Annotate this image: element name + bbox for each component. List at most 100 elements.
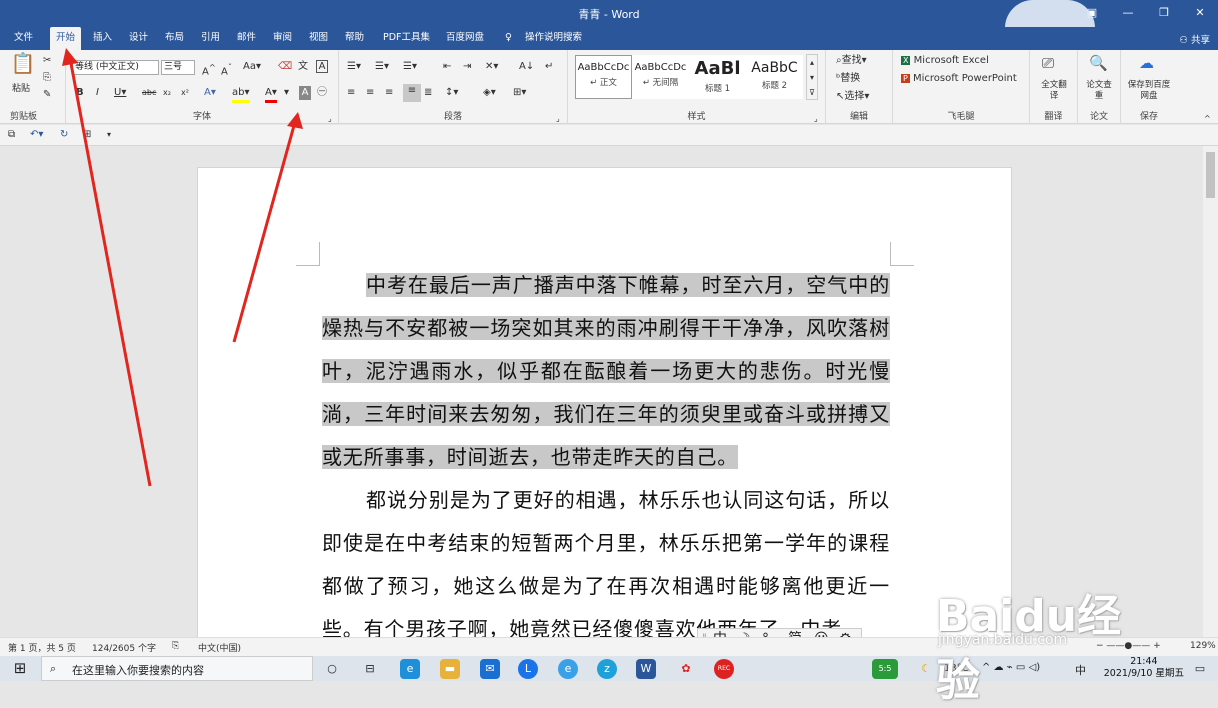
tab-design[interactable]: 设计 xyxy=(129,27,148,50)
justify-icon[interactable]: ≡ xyxy=(403,84,421,102)
table-icon[interactable]: ⊞ xyxy=(83,128,91,142)
shrink-font-icon[interactable]: Aˇ xyxy=(221,60,232,79)
battery-app-icon[interactable]: 5:5 xyxy=(872,659,898,679)
customize-qat-icon[interactable]: ▾ xyxy=(107,128,111,142)
strikethrough-icon[interactable]: abc xyxy=(142,86,156,100)
tab-help[interactable]: 帮助 xyxy=(345,27,364,50)
copy-icon[interactable]: ⎘ xyxy=(43,71,51,85)
close-button[interactable]: ✕ xyxy=(1182,0,1218,27)
tab-pdf-tools[interactable]: PDF工具集 xyxy=(383,27,430,50)
ie-icon[interactable]: e xyxy=(558,659,578,679)
font-color-icon[interactable]: A▾ xyxy=(265,86,277,103)
selected-text[interactable]: 中考在最后一声广播声中落下帷幕，时至六月，空气中的燥热与不安都被一场突如其来的雨… xyxy=(322,273,890,469)
replace-button[interactable]: ᵇ替换 xyxy=(836,72,860,86)
mail-icon[interactable]: ✉ xyxy=(480,659,500,679)
language[interactable]: 中文(中国) xyxy=(198,641,241,654)
taskbar-search[interactable]: ⌕ 在这里输入你要搜索的内容 xyxy=(41,656,313,681)
document-body[interactable]: 中考在最后一声广播声中落下帷幕，时至六月，空气中的燥热与不安都被一场突如其来的雨… xyxy=(322,264,890,651)
font-color-dropdown[interactable]: ▾ xyxy=(284,86,289,100)
superscript-icon[interactable]: x² xyxy=(181,86,189,100)
file-explorer-icon[interactable]: ▬ xyxy=(440,659,460,679)
chinese-layout-icon[interactable]: ✕▾ xyxy=(485,60,498,74)
decrease-indent-icon[interactable]: ⇤ xyxy=(443,60,451,74)
tab-file[interactable]: 文件 xyxy=(14,27,33,50)
app-icon[interactable]: ✿ xyxy=(676,659,696,679)
font-name-select[interactable]: 等线 (中文正文) xyxy=(72,60,159,75)
style-heading-1[interactable]: AaBl 标题 1 xyxy=(689,55,746,99)
tab-references[interactable]: 引用 xyxy=(201,27,220,50)
format-painter-icon[interactable]: ✎ xyxy=(43,88,51,102)
underline-icon[interactable]: U▾ xyxy=(114,86,126,100)
phonetic-icon[interactable]: 文 xyxy=(298,60,308,74)
zoom-level[interactable]: 129% xyxy=(1190,641,1216,651)
paper-check-icon[interactable]: 🔍 xyxy=(1089,56,1108,71)
clear-format-icon[interactable]: ⌫ xyxy=(278,60,292,74)
bold-icon[interactable]: B xyxy=(76,86,84,100)
tab-review[interactable]: 审阅 xyxy=(273,27,292,50)
ppt-button[interactable]: P Microsoft PowerPoint xyxy=(901,72,1017,86)
redo-icon[interactable]: ↻ xyxy=(60,128,68,142)
tab-insert[interactable]: 插入 xyxy=(93,27,112,50)
task-view-icon[interactable]: ○ xyxy=(322,659,342,679)
styles-scroll-icon[interactable]: ▴ ▾ ⊽ xyxy=(806,54,818,100)
highlight-icon[interactable]: ab▾ xyxy=(232,86,250,103)
grow-font-icon[interactable]: A^ xyxy=(202,60,216,79)
find-button[interactable]: ⌕查找▾ xyxy=(836,54,867,68)
app-l-icon[interactable]: L xyxy=(518,659,538,679)
translate-button[interactable]: 全文翻译 xyxy=(1038,80,1070,102)
text-effects-icon[interactable]: A▾ xyxy=(204,86,216,100)
word-taskbar-icon[interactable]: W xyxy=(636,659,656,679)
tab-view[interactable]: 视图 xyxy=(309,27,328,50)
collapse-ribbon-icon[interactable]: ^ xyxy=(1204,112,1211,126)
tab-baidu-netdisk[interactable]: 百度网盘 xyxy=(446,27,484,50)
cloud-icon[interactable]: ☁ xyxy=(1139,56,1154,71)
paste-icon[interactable]: 📋 xyxy=(10,53,36,82)
share-button[interactable]: ⚇ 共享 xyxy=(1179,32,1210,46)
increase-indent-icon[interactable]: ⇥ xyxy=(463,60,471,74)
undo-icon[interactable]: ↶▾ xyxy=(30,128,43,142)
style-no-spacing[interactable]: AaBbCcDc ↵ 无间隔 xyxy=(632,55,689,99)
shading-icon[interactable]: ◈▾ xyxy=(483,86,496,100)
recorder-icon[interactable]: REC xyxy=(714,659,734,679)
borders-icon[interactable]: ⊞▾ xyxy=(513,86,526,100)
char-shading-icon[interactable]: A xyxy=(299,86,311,100)
word-count[interactable]: 124/2605 个字 xyxy=(92,641,156,654)
enclose-char-icon[interactable]: ㊀ xyxy=(317,86,327,100)
line-spacing-icon[interactable]: ↕▾ xyxy=(445,86,458,100)
save-netdisk-button[interactable]: 保存到百度网盘 xyxy=(1127,80,1171,102)
cut-icon[interactable]: ✂ xyxy=(43,54,51,68)
vertical-scrollbar[interactable] xyxy=(1203,146,1218,637)
align-left-icon[interactable]: ≡ xyxy=(347,86,355,100)
style-heading-2[interactable]: AaBbC 标题 2 xyxy=(746,55,803,99)
page-count[interactable]: 第 1 页，共 5 页 xyxy=(8,641,76,654)
paragraph-2[interactable]: 都说分别是为了更好的相遇，林乐乐也认同这句话，所以即使是在中考结束的短暂两个月里… xyxy=(322,479,890,651)
align-center-icon[interactable]: ≡ xyxy=(366,86,374,100)
paper-check-button[interactable]: 论文查重 xyxy=(1083,80,1115,102)
font-size-select[interactable]: 三号 xyxy=(161,60,195,75)
windows-start-icon[interactable]: ⊞ xyxy=(10,659,30,679)
multilevel-list-icon[interactable]: ☰▾ xyxy=(403,60,417,74)
proofing-icon[interactable]: ⎘ xyxy=(172,641,179,651)
change-case-icon[interactable]: Aa▾ xyxy=(243,60,261,74)
distributed-icon[interactable]: ≣ xyxy=(424,86,432,100)
document-page[interactable]: 中考在最后一声广播声中落下帷幕，时至六月，空气中的燥热与不安都被一场突如其来的雨… xyxy=(197,167,1012,647)
char-border-icon[interactable]: A xyxy=(316,60,328,73)
paragraph-1[interactable]: 中考在最后一声广播声中落下帷幕，时至六月，空气中的燥热与不安都被一场突如其来的雨… xyxy=(322,264,890,479)
tab-mailings[interactable]: 邮件 xyxy=(237,27,256,50)
sort-icon[interactable]: A↓ xyxy=(519,60,534,74)
app-z-icon[interactable]: z xyxy=(597,659,617,679)
tell-me-search[interactable]: 操作说明搜索 xyxy=(525,27,582,50)
paragraph-dialog-launcher-icon[interactable]: ⌟ xyxy=(556,112,560,126)
save-icon[interactable]: ⧉ xyxy=(8,128,15,142)
align-right-icon[interactable]: ≡ xyxy=(385,86,393,100)
italic-icon[interactable]: I xyxy=(96,86,99,100)
tab-home[interactable]: 开始 xyxy=(50,27,82,50)
scrollbar-thumb[interactable] xyxy=(1206,152,1215,198)
tab-layout[interactable]: 布局 xyxy=(165,27,184,50)
style-normal[interactable]: AaBbCcDc ↵ 正文 xyxy=(575,55,632,99)
numbering-icon[interactable]: ☰▾ xyxy=(375,60,389,74)
minimize-button[interactable]: — xyxy=(1110,0,1146,27)
bullets-icon[interactable]: ☰▾ xyxy=(347,60,361,74)
restore-button[interactable]: ❐ xyxy=(1146,0,1182,27)
edge-icon[interactable]: e xyxy=(400,659,420,679)
